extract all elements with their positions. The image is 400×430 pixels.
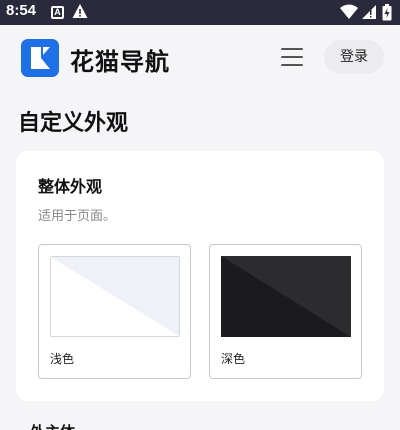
theme-label-dark: 深色 — [221, 352, 246, 366]
login-button[interactable]: 登录 — [324, 40, 384, 74]
appearance-card: 整体外观 适用于页面。 浅色 深色 — [16, 151, 384, 401]
battery-icon — [382, 4, 392, 21]
next-section-title: 外主体 — [30, 421, 75, 430]
brand-name[interactable]: 花猫导航 — [70, 42, 170, 77]
card-title: 整体外观 — [38, 177, 103, 196]
cellular-signal-icon — [362, 5, 376, 19]
theme-option-dark[interactable]: 深色 — [209, 244, 362, 379]
card-description: 适用于页面。 — [38, 209, 117, 224]
theme-label-light: 浅色 — [50, 352, 75, 366]
warning-icon — [72, 4, 88, 18]
a-notification-icon: A — [51, 6, 64, 19]
dark-theme-preview — [221, 256, 351, 337]
app-header: 花猫导航 登录 — [0, 25, 400, 89]
hamburger-menu-icon[interactable] — [279, 46, 305, 68]
page-title: 自定义外观 — [18, 111, 129, 136]
theme-option-light[interactable]: 浅色 — [38, 244, 191, 379]
logo-icon[interactable] — [21, 39, 59, 77]
light-theme-preview — [50, 256, 180, 337]
wifi-icon — [340, 4, 358, 19]
status-bar: 8:54 A — [0, 0, 400, 25]
status-time: 8:54 — [6, 2, 37, 19]
